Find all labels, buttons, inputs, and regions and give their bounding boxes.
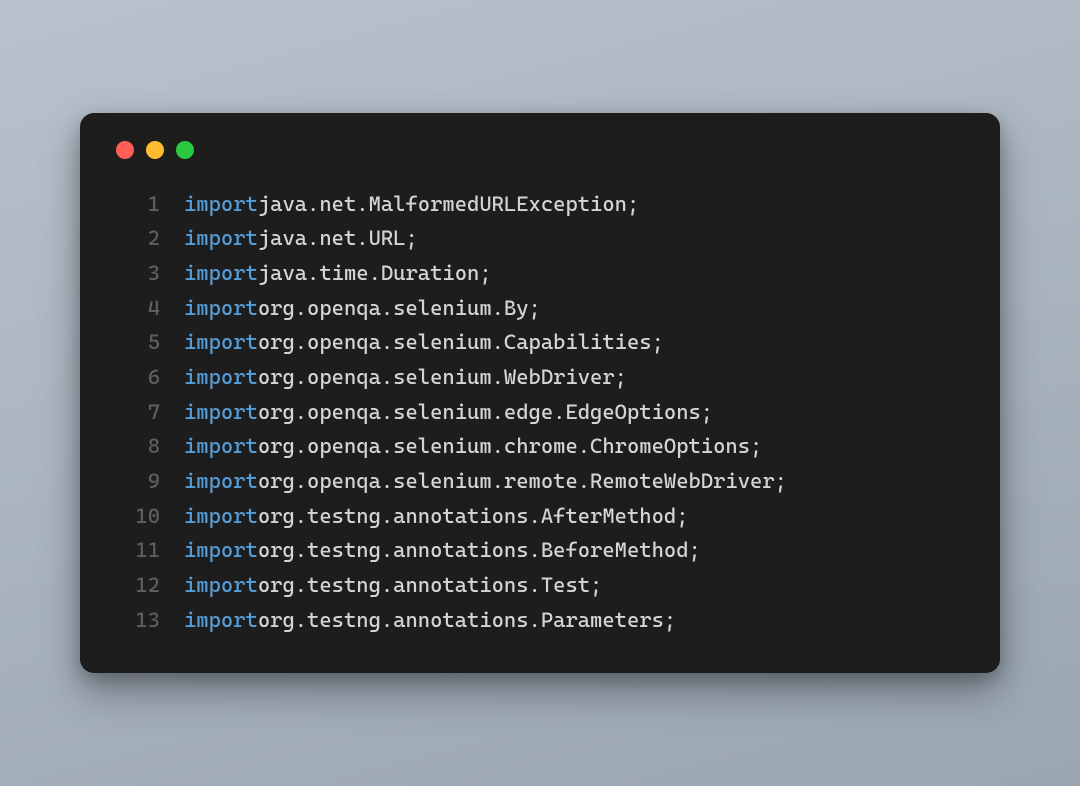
line-number: 1 (112, 187, 160, 222)
line-number: 6 (112, 360, 160, 395)
code-line: 6 import org.openqa.selenium.WebDriver; (112, 360, 968, 395)
line-number: 10 (112, 499, 160, 534)
line-number: 4 (112, 291, 160, 326)
code-line: 13 import org.testng.annotations.Paramete… (112, 603, 968, 638)
import-path: java.time.Duration; (258, 256, 492, 291)
line-number: 9 (112, 464, 160, 499)
code-line: 2 import java.net.URL; (112, 221, 968, 256)
code-line: 4 import org.openqa.selenium.By; (112, 291, 968, 326)
import-path: java.net.MalformedURLException; (258, 187, 639, 222)
keyword-import: import (184, 533, 258, 568)
line-number: 2 (112, 221, 160, 256)
keyword-import: import (184, 360, 258, 395)
import-path: org.testng.annotations.BeforeMethod; (258, 533, 701, 568)
keyword-import: import (184, 325, 258, 360)
keyword-import: import (184, 291, 258, 326)
code-line: 8 import org.openqa.selenium.chrome.Chrom… (112, 429, 968, 464)
keyword-import: import (184, 395, 258, 430)
keyword-import: import (184, 429, 258, 464)
import-path: org.openqa.selenium.Capabilities; (258, 325, 664, 360)
code-line: 9 import org.openqa.selenium.remote.Remot… (112, 464, 968, 499)
line-number: 13 (112, 603, 160, 638)
minimize-icon[interactable] (146, 141, 164, 159)
import-path: org.openqa.selenium.chrome.ChromeOptions… (258, 429, 763, 464)
import-path: org.testng.annotations.AfterMethod; (258, 499, 689, 534)
line-number: 5 (112, 325, 160, 360)
import-path: org.testng.annotations.Parameters; (258, 603, 676, 638)
code-block: 1import java.net.MalformedURLException;2… (112, 187, 968, 637)
code-line: 3 import java.time.Duration; (112, 256, 968, 291)
code-line: 1 import java.net.MalformedURLException; (112, 187, 968, 222)
keyword-import: import (184, 256, 258, 291)
keyword-import: import (184, 464, 258, 499)
keyword-import: import (184, 187, 258, 222)
code-window: 1import java.net.MalformedURLException;2… (80, 113, 1000, 673)
keyword-import: import (184, 221, 258, 256)
import-path: org.openqa.selenium.By; (258, 291, 541, 326)
code-line: 7 import org.openqa.selenium.edge.EdgeOpt… (112, 395, 968, 430)
code-line: 11 import org.testng.annotations.BeforeMe… (112, 533, 968, 568)
import-path: org.openqa.selenium.WebDriver; (258, 360, 627, 395)
import-path: org.openqa.selenium.edge.EdgeOptions; (258, 395, 713, 430)
code-line: 5 import org.openqa.selenium.Capabilities… (112, 325, 968, 360)
window-controls (112, 141, 968, 159)
close-icon[interactable] (116, 141, 134, 159)
import-path: org.openqa.selenium.remote.RemoteWebDriv… (258, 464, 787, 499)
maximize-icon[interactable] (176, 141, 194, 159)
line-number: 8 (112, 429, 160, 464)
import-path: java.net.URL; (258, 221, 418, 256)
keyword-import: import (184, 603, 258, 638)
line-number: 12 (112, 568, 160, 603)
keyword-import: import (184, 568, 258, 603)
line-number: 3 (112, 256, 160, 291)
code-line: 12 import org.testng.annotations.Test; (112, 568, 968, 603)
line-number: 7 (112, 395, 160, 430)
import-path: org.testng.annotations.Test; (258, 568, 603, 603)
line-number: 11 (112, 533, 160, 568)
keyword-import: import (184, 499, 258, 534)
code-line: 10 import org.testng.annotations.AfterMet… (112, 499, 968, 534)
